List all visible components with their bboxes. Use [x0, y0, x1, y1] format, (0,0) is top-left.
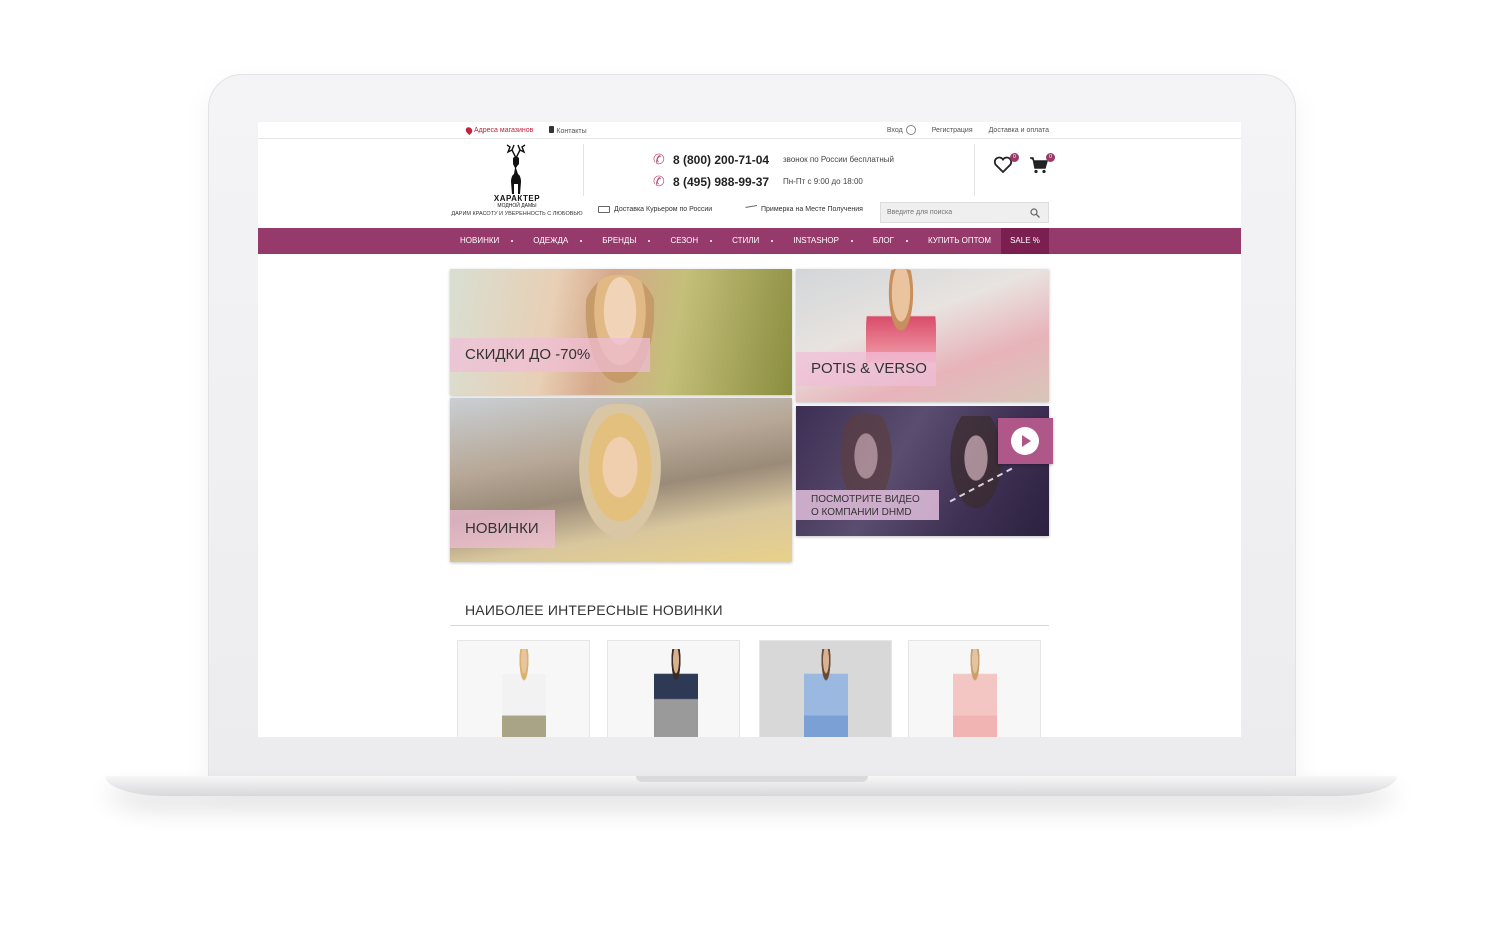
- header-divider: [583, 144, 584, 196]
- logo-subtitle: МОДНОЙ ДАМЫ: [497, 203, 537, 209]
- wishlist-count-badge: 0: [1010, 153, 1019, 162]
- laptop-notch: [636, 776, 868, 782]
- nav-item-wholesale[interactable]: КУПИТЬ ОПТОМ: [918, 228, 1001, 254]
- login-link[interactable]: Вход: [887, 125, 916, 135]
- nav-separator: [771, 239, 774, 242]
- user-icon: [905, 125, 916, 135]
- stores-link[interactable]: Адреса магазинов: [464, 125, 534, 136]
- header-divider: [974, 144, 975, 196]
- contacts-link[interactable]: Контакты: [549, 126, 587, 135]
- phone-note: Пн-Пт с 9:00 до 18:00: [783, 177, 863, 186]
- search-icon[interactable]: [1030, 208, 1040, 218]
- nav-item-brands[interactable]: БРЕНДЫ: [592, 228, 660, 254]
- nav-item-instashop[interactable]: INSTASHOP: [783, 228, 863, 254]
- banner-photo: [565, 404, 675, 562]
- main-nav: НОВИНКИ ОДЕЖДА БРЕНДЫ СЕЗОН СТИЛИ INSTAS…: [258, 228, 1241, 254]
- phone-row: ✆ 8 (800) 200-71-04 звонок по России бес…: [653, 151, 894, 168]
- nav-item-blog[interactable]: БЛОГ: [863, 228, 918, 254]
- nav-item-label: НОВИНКИ: [460, 236, 500, 245]
- product-image: [502, 649, 546, 737]
- banner-new-arrivals-label: НОВИНКИ: [450, 510, 555, 548]
- product-card[interactable]: [759, 640, 892, 737]
- banner-photo: [580, 275, 660, 395]
- video-label-line2: О КОМПАНИИ DHMD: [811, 507, 912, 518]
- truck-icon: [598, 206, 610, 213]
- nav-item-label: БРЕНДЫ: [602, 236, 637, 245]
- nav-item-sale[interactable]: SALE %: [1001, 228, 1049, 254]
- contacts-link-label: Контакты: [556, 128, 587, 135]
- video-label-line1: ПОСМОТРИТЕ ВИДЕО: [811, 494, 920, 505]
- deer-logo-icon: [506, 144, 526, 194]
- top-bar: Адреса магазинов Контакты Вход Регистрац…: [258, 122, 1241, 139]
- nav-item-season[interactable]: СЕЗОН: [660, 228, 722, 254]
- handset-icon: ✆: [653, 151, 665, 167]
- nav-item-new[interactable]: НОВИНКИ: [450, 228, 523, 254]
- nav-item-label: СЕЗОН: [670, 236, 699, 245]
- nav-item-label: ОДЕЖДА: [533, 236, 569, 245]
- header-actions: 0 0: [993, 153, 1055, 176]
- login-label: Вход: [886, 126, 903, 134]
- banner-discounts-label: СКИДКИ ДО -70%: [450, 338, 650, 372]
- phone-number[interactable]: 8 (800) 200-71-04: [673, 153, 783, 167]
- delivery-link[interactable]: Доставка и оплата: [989, 127, 1049, 134]
- logo-name: ХАРАКТЕР: [493, 194, 541, 203]
- nav-item-styles[interactable]: СТИЛИ: [722, 228, 783, 254]
- play-triangle: [1022, 435, 1031, 447]
- location-pin-icon: [464, 125, 474, 136]
- website-screen: Адреса магазинов Контакты Вход Регистрац…: [258, 122, 1241, 737]
- nav-separator: [710, 239, 713, 242]
- banner-new-arrivals[interactable]: НОВИНКИ: [450, 398, 792, 562]
- fitting-label: Примерка на Месте Получения: [761, 206, 863, 213]
- section-title: НАИБОЛЕЕ ИНТЕРЕСНЫЕ НОВИНКИ: [465, 602, 723, 618]
- nav-separator: [511, 239, 514, 242]
- courier-delivery-info: Доставка Курьером по России: [598, 206, 712, 213]
- handset-icon: ✆: [653, 173, 665, 189]
- wishlist-button[interactable]: 0: [993, 153, 1019, 176]
- fitting-info: Примерка на Месте Получения: [745, 204, 863, 215]
- phone-icon: [549, 126, 555, 133]
- phone-row: ✆ 8 (495) 988-99-37 Пн-Пт с 9:00 до 18:0…: [653, 173, 863, 190]
- product-image: [804, 649, 848, 737]
- nav-item-label: СТИЛИ: [732, 236, 760, 245]
- nav-item-label: INSTASHOP: [793, 236, 839, 245]
- product-card[interactable]: [457, 640, 590, 737]
- courier-label: Доставка Курьером по России: [614, 206, 713, 213]
- banner-video-label: ПОСМОТРИТЕ ВИДЕО О КОМПАНИИ DHMD: [796, 490, 939, 520]
- nav-separator: [580, 239, 583, 242]
- nav-item-label: КУПИТЬ ОПТОМ: [927, 236, 992, 245]
- cart-count-badge: 0: [1046, 153, 1055, 162]
- product-image: [953, 649, 997, 737]
- nav-item-clothing[interactable]: ОДЕЖДА: [523, 228, 592, 254]
- play-icon: [1011, 427, 1039, 455]
- play-video-button[interactable]: [998, 418, 1053, 464]
- product-card[interactable]: [908, 640, 1041, 737]
- search-box: [880, 202, 1049, 223]
- nav-separator: [648, 239, 651, 242]
- nav-item-label: БЛОГ: [872, 236, 894, 245]
- cart-button[interactable]: 0: [1029, 153, 1055, 176]
- phone-number[interactable]: 8 (495) 988-99-37: [673, 175, 783, 189]
- section-divider: [450, 625, 1049, 626]
- banner-brand-label: POTIS & VERSO: [796, 352, 936, 386]
- nav-separator: [850, 239, 853, 242]
- nav-separator: [905, 239, 908, 242]
- banner-discounts[interactable]: СКИДКИ ДО -70%: [450, 269, 792, 395]
- product-card[interactable]: [607, 640, 740, 737]
- search-input[interactable]: [887, 206, 1022, 219]
- banner-brand[interactable]: POTIS & VERSO: [796, 269, 1049, 402]
- register-link[interactable]: Регистрация: [932, 127, 973, 134]
- logo-tagline: ДАРИМ КРАСОТУ И УВЕРЕННОСТЬ С ЛЮБОВЬЮ: [451, 211, 583, 217]
- phone-note: звонок по России бесплатный: [783, 155, 894, 164]
- site-logo[interactable]: ХАРАКТЕР МОДНОЙ ДАМЫ ДАРИМ КРАСОТУ И УВЕ…: [450, 144, 584, 220]
- hanger-icon: [745, 204, 757, 215]
- stores-link-label: Адреса магазинов: [474, 127, 534, 134]
- product-image: [654, 649, 698, 737]
